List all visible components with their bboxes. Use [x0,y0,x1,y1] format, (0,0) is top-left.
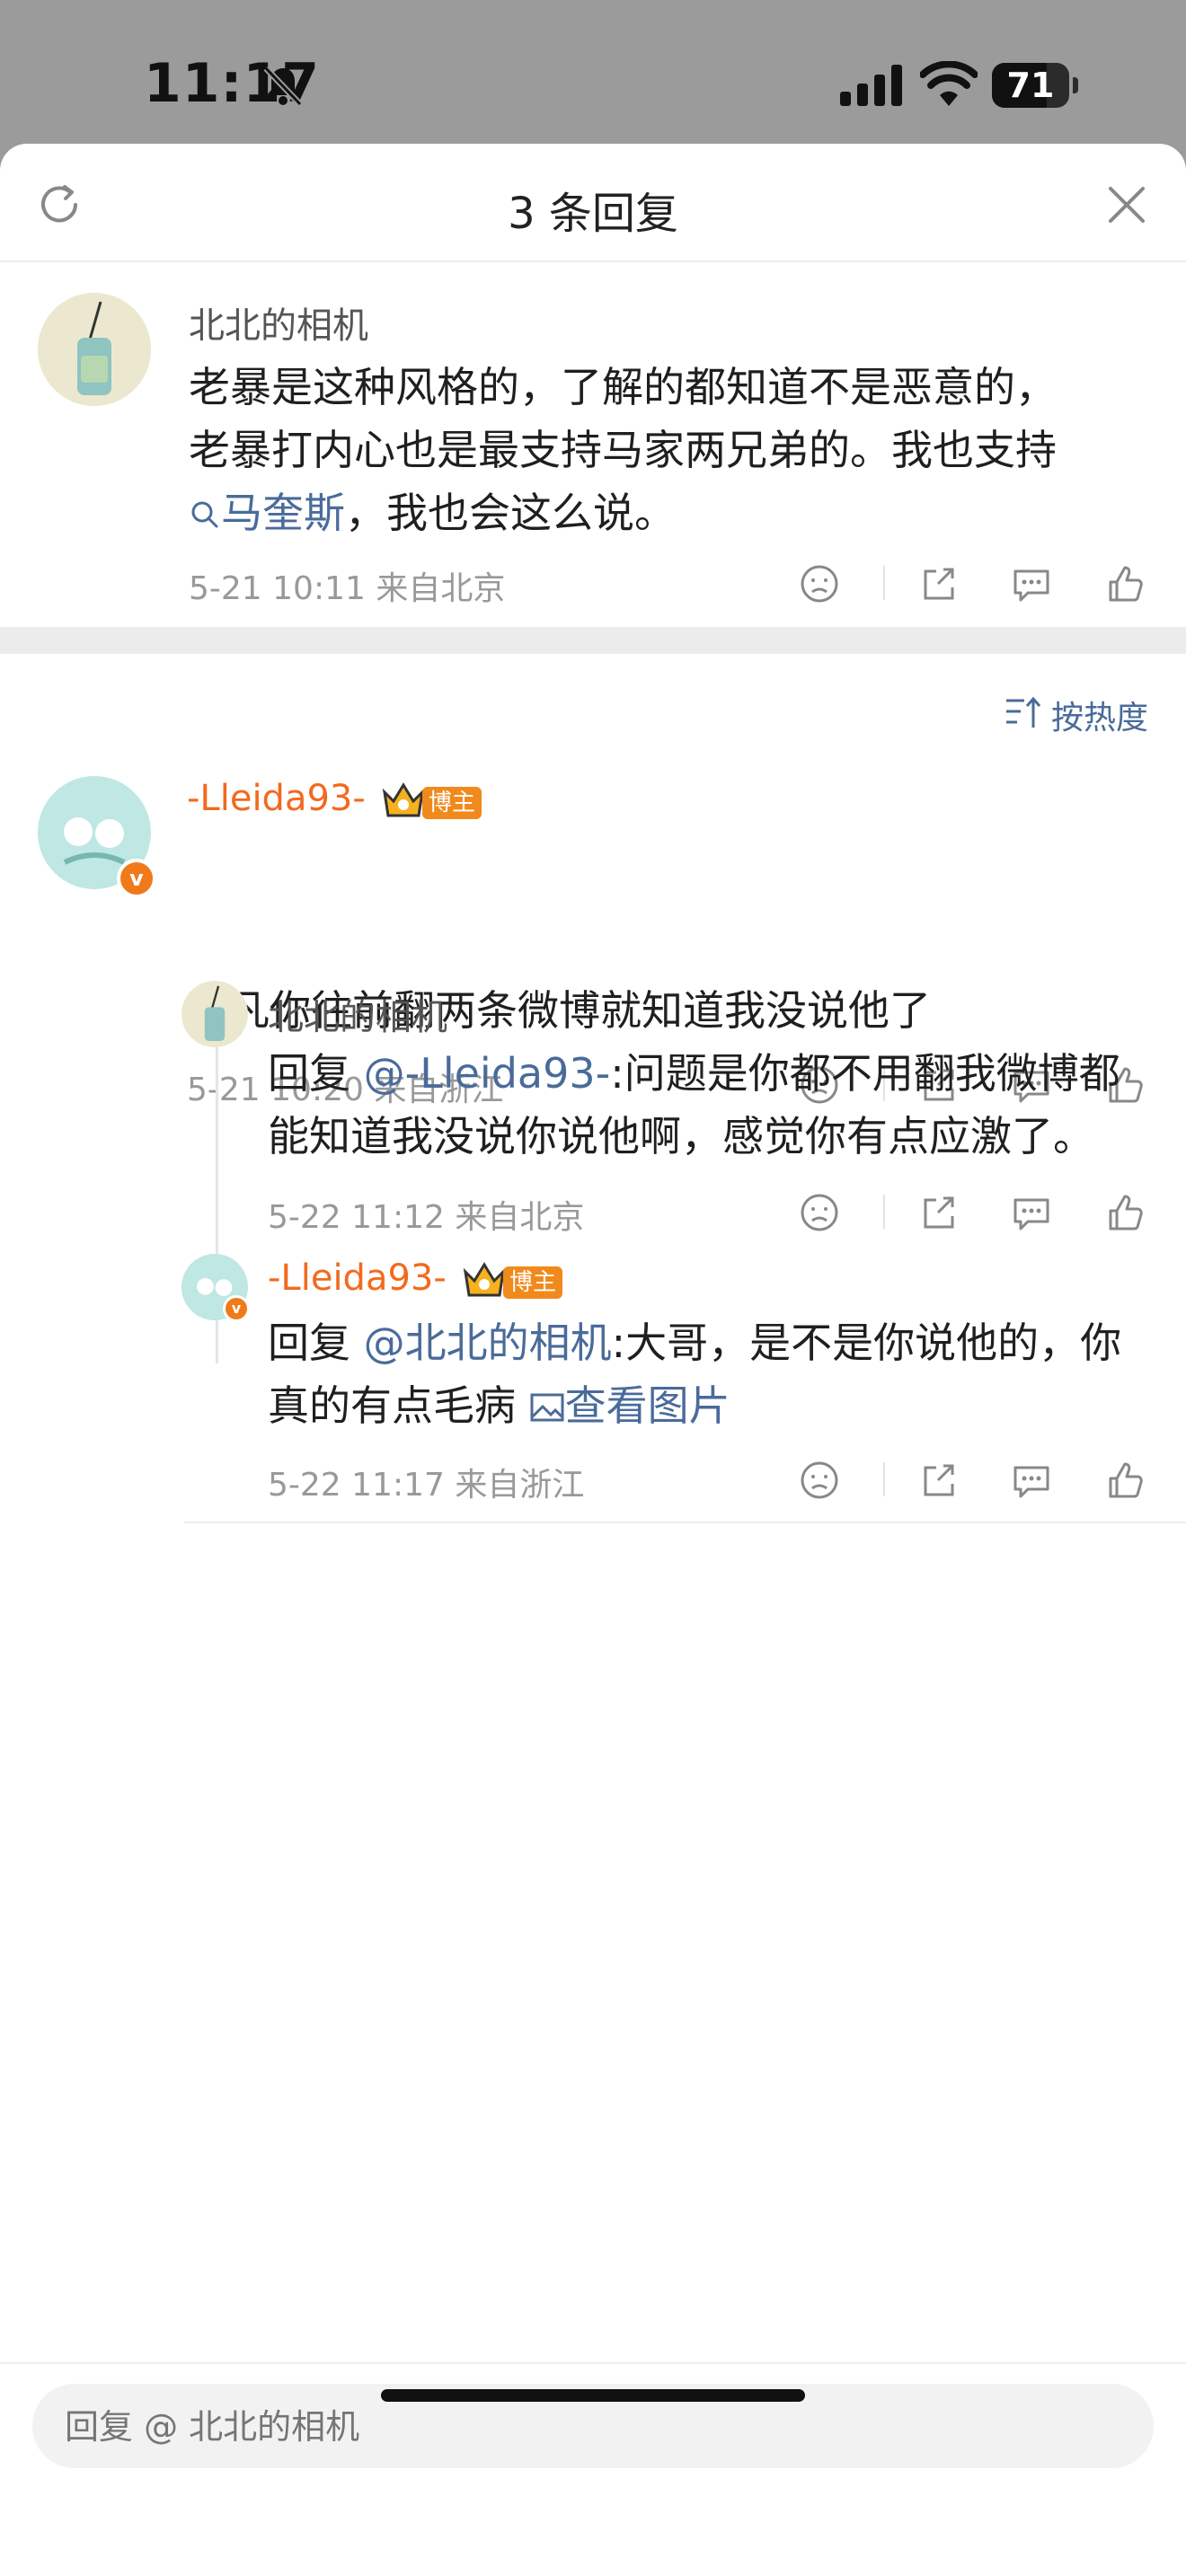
comment-body: 回复 @-Lleida93-:问题是你都不用翻我微博都 能知道我没说你说他啊，感… [268,1042,1120,1168]
replies-sheet: 3 条回复 北北的相机 老暴是这种风格的，了解的都知道不是恶意的， 老暴打内心也… [0,144,1186,2576]
blogger-badge: 博主 [462,1259,562,1301]
comment-actions [798,1186,1186,1239]
reply-prefix: 回复 [268,1049,364,1098]
bottle-avatar-icon [38,293,151,406]
battery-percent: 71 [1006,66,1055,105]
sort-label: 按热度 [1051,700,1149,737]
bell-muted-icon [263,66,303,107]
comment-icon[interactable] [1010,1191,1053,1234]
comment-actions [798,557,1186,611]
section-divider [0,627,1186,654]
sheet-title: 3 条回复 [508,189,678,239]
wifi-icon [920,61,978,106]
sheet-header: 3 条回复 [0,144,1186,262]
comment-actions [798,1453,1186,1507]
blogger-badge: 博主 [381,780,482,821]
badge-label: 博主 [422,787,482,819]
dislike-face-icon[interactable] [798,1191,841,1234]
comment-meta: 5-22 11:12 来自北京 [268,1199,585,1236]
comment-line: 能知道我没说你说他啊，感觉你有点应激了。 [268,1112,1094,1160]
comment-text-rest: ，我也会这么说。 [345,489,676,537]
cellular-signal-icon [840,65,902,106]
view-image-label: 查看图片 [564,1381,730,1430]
avatar[interactable] [38,293,151,406]
avatar[interactable] [181,981,248,1047]
search-icon [191,501,218,528]
comment-line: 老暴打内心也是最支持马家两兄弟的。我也支持 [189,426,1057,474]
view-image-link[interactable]: 查看图片 [529,1381,730,1430]
topic-label: 马奎斯 [221,489,345,537]
like-icon[interactable] [1103,1191,1146,1234]
close-icon[interactable] [1102,180,1152,230]
comment-meta: 5-21 10:11 来自北京 [189,570,506,607]
bottle-avatar-icon [181,981,248,1047]
commenter-name[interactable]: 北北的相机 [268,988,447,1040]
verified-badge: v [117,859,156,898]
comment-text-rest: :大哥，是不是你说他的，你 [611,1319,1122,1367]
commenter-name[interactable]: -Lleida93- [268,1257,447,1299]
share-icon[interactable] [916,1459,960,1502]
home-indicator[interactable] [381,2389,805,2402]
verified-badge: v [223,1295,250,1322]
topic-link[interactable]: 马奎斯 [189,489,345,537]
comment-text: 真的有点毛病 [268,1381,529,1430]
comment-line: 回复 @北北的相机:大哥，是不是你说他的，你 [268,1311,1121,1374]
share-icon[interactable] [916,1191,960,1234]
status-bar: 11:17 71 [0,0,1186,144]
thread-divider [184,1522,1186,1523]
image-icon [530,1393,564,1422]
comment-text-rest: :问题是你都不用翻我微博都 [610,1049,1120,1098]
crown-icon [382,782,425,817]
comment-meta: 5-22 11:17 来自浙江 [268,1467,585,1504]
comment-line: 真的有点毛病 查看图片 [268,1374,1121,1437]
comment-line: 回复 @-Lleida93-:问题是你都不用翻我微博都 [268,1042,1120,1105]
share-icon[interactable] [916,562,960,605]
crown-icon [463,1262,506,1297]
comment-icon[interactable] [1010,1459,1053,1502]
sort-icon[interactable] [1005,693,1042,731]
dislike-face-icon[interactable] [798,562,841,605]
dislike-face-icon[interactable] [798,1459,841,1502]
reply-prefix: 回复 [268,1319,364,1367]
mention-link[interactable]: @北北的相机 [364,1319,612,1367]
comment-icon[interactable] [1010,562,1053,605]
commenter-name[interactable]: 北北的相机 [189,296,368,348]
battery-indicator: 71 [992,63,1078,108]
comment-body: 老暴是这种风格的，了解的都知道不是恶意的， 老暴打内心也是最支持马家两兄弟的。我… [189,356,1057,544]
like-icon[interactable] [1103,562,1146,605]
sort-hot-button[interactable]: 按热度 [1051,692,1148,738]
comment-line: 马奎斯，我也会这么说。 [189,481,1057,544]
like-icon[interactable] [1103,1459,1146,1502]
commenter-name[interactable]: -Lleida93- [187,778,366,819]
comment-body: 回复 @北北的相机:大哥，是不是你说他的，你 真的有点毛病 查看图片 [268,1311,1121,1437]
mention-link[interactable]: @-Lleida93- [364,1049,611,1098]
comment-line: 老暴是这种风格的，了解的都知道不是恶意的， [189,363,1057,411]
badge-label: 博主 [503,1266,562,1299]
